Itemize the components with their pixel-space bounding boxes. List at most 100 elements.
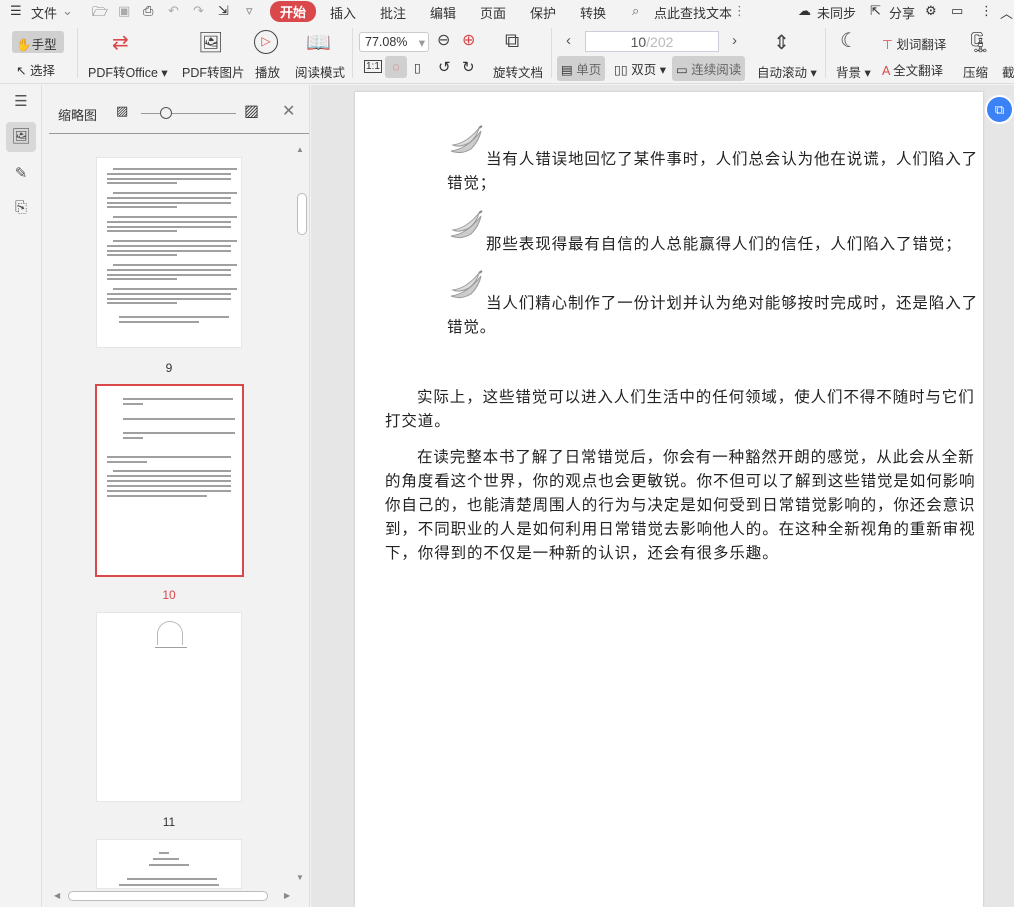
continuous-read-button[interactable]: ▭ 连续阅读 (672, 56, 746, 81)
export-icon[interactable]: ⇲ (218, 3, 229, 19)
hand-label: 手型 (31, 38, 57, 52)
thumbnail-label: 10 (162, 588, 176, 602)
book-icon: 📖 (306, 32, 331, 54)
slider-handle[interactable] (160, 107, 172, 119)
thumbnail-page-11[interactable] (96, 612, 242, 802)
tab-convert[interactable]: 转换 (580, 3, 606, 22)
chevron-down-icon[interactable]: ⌄ (62, 3, 73, 19)
zoom-out-icon[interactable]: ⊖ (437, 30, 450, 50)
sync-status-button[interactable]: 未同步 (817, 3, 856, 22)
next-page-button[interactable]: › (732, 32, 737, 49)
thumbnail-page-10[interactable] (95, 384, 244, 577)
scrollbar-thumb[interactable] (297, 193, 307, 235)
full-translate-button[interactable]: A 全文翻译 (882, 60, 943, 79)
large-thumb-icon[interactable]: ▨ (244, 101, 259, 121)
pdf-to-office-button[interactable]: PDF转Office ▾ (88, 62, 168, 81)
paragraph-text-line: 到，不同职业的人是如何利用日常错觉去影响他人的。在这种全新视角的重新审视 (385, 521, 976, 538)
play-button[interactable]: 播放 (255, 62, 280, 81)
select-tool-button[interactable]: ↖ 选择 (16, 60, 55, 79)
thumb-text-line (107, 485, 231, 487)
paragraph-text-line: 的角度看这个世界，你的观点也会更敏锐。你不但可以了解到这些错觉是如何影响 (385, 473, 976, 490)
thumb-text-line (107, 456, 231, 458)
bullet-text-line: 错觉。 (447, 319, 497, 336)
tab-insert[interactable]: 插入 (330, 3, 356, 22)
thumbnail-page-12[interactable] (96, 839, 242, 889)
thumbnail-title: 缩略图 (58, 108, 98, 123)
banana-bullet-icon (449, 210, 485, 240)
paragraph-text-line: 在读完整本书了解了日常错觉后，你会有一种豁然开朗的感觉，从此会从全新 (417, 449, 975, 466)
full-translate-icon: A (882, 64, 890, 78)
auto-scroll-icon: ⇕ (773, 32, 790, 54)
screenshot-button[interactable]: 截 (1002, 62, 1014, 81)
attachment-icon[interactable]: ⎘ (6, 193, 36, 223)
collapse-ribbon-icon[interactable]: ︿ (1000, 3, 1013, 22)
tab-start[interactable]: 开始 (270, 1, 317, 22)
page-number-input[interactable]: 10/202 (585, 31, 719, 52)
more-dropdown-icon[interactable]: ▿ (246, 3, 253, 19)
thumbnail-label: 9 (165, 361, 173, 375)
single-page-button[interactable]: ▤ 单页 (557, 56, 606, 81)
paragraph-text-line: 实际上，这些错觉可以进入人们生活中的任何领域，使人们不得不随时与它们 (417, 389, 975, 406)
close-icon[interactable]: ✕ (282, 101, 295, 121)
print-icon[interactable]: ⎙ (143, 3, 153, 19)
more-vertical-icon[interactable]: ⋮ (980, 3, 993, 19)
fit-page-icon[interactable]: ◌ (385, 56, 407, 78)
search-text-button[interactable]: 点此查找文本 (654, 3, 732, 22)
cursor-icon: ↖ (16, 64, 27, 78)
thumb-text-line (119, 321, 199, 323)
thumb-text-line (107, 249, 231, 252)
read-mode-button[interactable]: 阅读模式 (295, 62, 345, 81)
prev-page-button[interactable]: ‹ (566, 32, 571, 49)
save-icon[interactable]: ▣ (118, 3, 130, 19)
compress-button[interactable]: 压缩 (963, 62, 988, 81)
menu-bar: ☰ 文件 ⌄ 🗁 ▣ ⎙ ↶ ↷ ⇲ ▿ 开始 插入 批注 编辑 页面 保护 转… (0, 0, 1014, 22)
rotate-right-icon[interactable]: ↻ (462, 58, 475, 76)
hamburger-icon[interactable]: ☰ (10, 3, 22, 19)
vertical-scrollbar[interactable]: ▲ ▼ (296, 145, 308, 885)
thumb-text-line (107, 268, 231, 271)
thumb-text-line (107, 297, 231, 300)
rotate-left-icon[interactable]: ↺ (438, 58, 451, 76)
thumb-text-line (107, 495, 207, 497)
zoom-select[interactable]: 77.08% ▾ (359, 32, 429, 52)
thumb-text-line (107, 220, 231, 223)
auto-scroll-button[interactable]: 自动滚动 ▾ (757, 62, 817, 81)
tab-edit[interactable]: 编辑 (430, 3, 456, 22)
thumbnail-icon[interactable]: 🖼 (6, 122, 36, 152)
pdf-to-image-button[interactable]: PDF转图片 (182, 62, 245, 81)
hand-tool-button[interactable]: ✋手型 (12, 31, 64, 53)
more-icon[interactable]: ⋮ (733, 3, 746, 19)
fit-width-icon[interactable]: ▯ (414, 60, 421, 75)
bullet-text-line: 那些表现得最有自信的人总能赢得人们的信任，人们陷入了错觉； (486, 236, 962, 253)
share-button[interactable]: 分享 (889, 3, 915, 22)
word-translate-button[interactable]: ⊤ 划词翻译 (882, 34, 946, 53)
gear-icon[interactable]: ⚙ (925, 3, 937, 19)
thumb-size-slider[interactable] (141, 113, 236, 114)
undo-icon[interactable]: ↶ (168, 3, 179, 19)
hand-icon: ✋ (16, 38, 32, 52)
scrollbar-thumb[interactable] (68, 891, 268, 901)
tab-annotate[interactable]: 批注 (380, 3, 406, 22)
thumb-text-line (107, 201, 231, 204)
convert-float-button[interactable]: ⧉ (985, 95, 1014, 124)
menu-file[interactable]: 文件 (31, 3, 57, 22)
thumbnail-panel: 缩略图 ▨ ▨ ✕ 9 10 11 ▲ ▼ ◀ ▶ (42, 85, 310, 907)
translate-icon: ⊤ (882, 38, 893, 52)
zip-icon: 🗜 (966, 32, 992, 54)
horizontal-scrollbar[interactable]: ◀ ▶ (50, 889, 296, 903)
tab-protect[interactable]: 保护 (530, 3, 556, 22)
outline-icon[interactable]: ☰ (6, 87, 36, 117)
thumbnail-page-9[interactable] (96, 157, 242, 348)
zoom-in-icon[interactable]: ⊕ (462, 30, 475, 50)
feedback-icon[interactable]: ▭ (951, 3, 963, 19)
double-page-button[interactable]: ▯▯ 双页 ▾ (614, 59, 666, 78)
thumb-text-line (107, 172, 231, 175)
background-button[interactable]: 背景 ▾ (836, 62, 871, 81)
rotate-doc-button[interactable]: 旋转文档 (493, 62, 543, 81)
actual-size-icon[interactable]: 1:1 (364, 60, 382, 73)
small-thumb-icon[interactable]: ▨ (116, 103, 128, 119)
thumb-text-line (113, 288, 237, 290)
tab-page[interactable]: 页面 (480, 3, 506, 22)
annotation-icon[interactable]: ✎ (6, 159, 36, 189)
redo-icon[interactable]: ↷ (193, 3, 204, 19)
